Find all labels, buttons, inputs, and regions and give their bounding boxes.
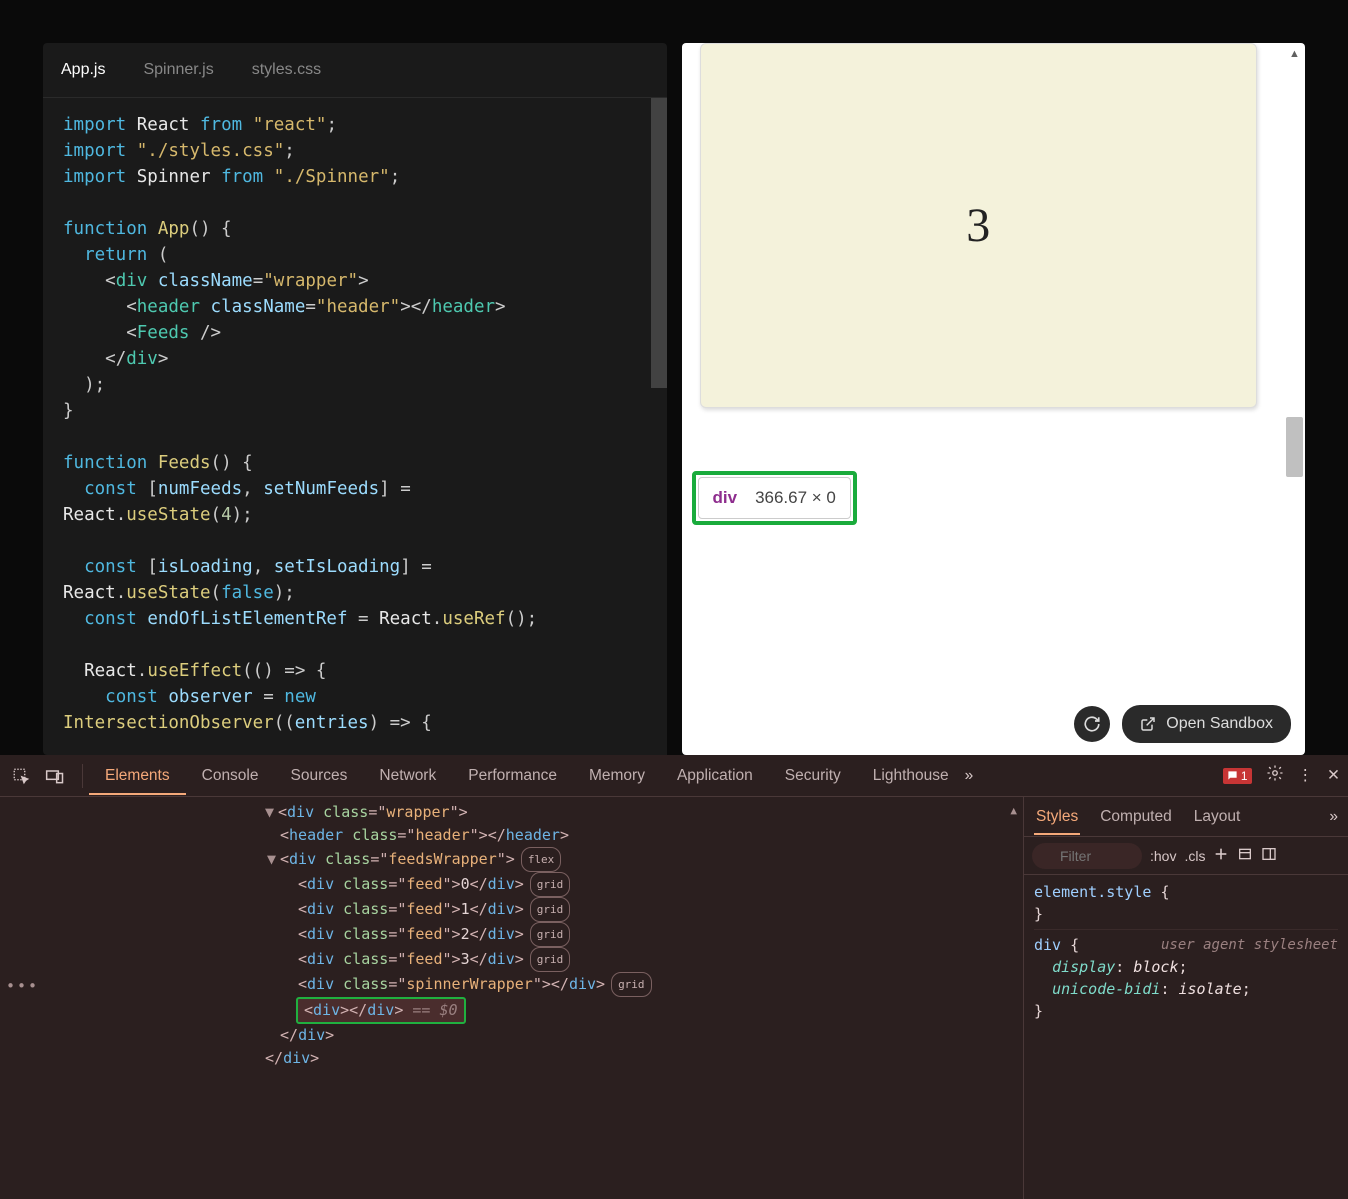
- tree-overflow-icon: •••: [6, 975, 39, 998]
- devtools-tab-security[interactable]: Security: [769, 757, 857, 795]
- new-style-rule-icon[interactable]: [1213, 846, 1229, 865]
- external-link-icon: [1140, 716, 1156, 732]
- feed-card-value: 3: [966, 198, 990, 253]
- layout-pill[interactable]: grid: [530, 947, 571, 972]
- devtools-tabs-overflow-icon[interactable]: »: [965, 767, 974, 785]
- tree-line[interactable]: <div class="feed">0</div>grid: [0, 872, 1023, 897]
- layout-pill[interactable]: grid: [530, 897, 571, 922]
- main-split: App.js Spinner.js styles.css import Reac…: [0, 0, 1348, 755]
- code-content[interactable]: import React from "react"; import "./sty…: [43, 98, 667, 755]
- rule-source: user agent stylesheet: [1161, 934, 1338, 956]
- editor-tabs: App.js Spinner.js styles.css: [43, 43, 667, 98]
- tooltip-dimensions: 366.67 × 0: [755, 488, 836, 508]
- computed-styles-icon[interactable]: [1237, 846, 1253, 865]
- tab-spinner-js[interactable]: Spinner.js: [143, 61, 213, 79]
- devtools-tab-lighthouse[interactable]: Lighthouse: [857, 757, 965, 795]
- devtools-panel: Elements Console Sources Network Perform…: [0, 755, 1348, 1199]
- layout-pill[interactable]: grid: [530, 922, 571, 947]
- devtools-tab-performance[interactable]: Performance: [452, 757, 573, 795]
- cls-toggle[interactable]: .cls: [1184, 848, 1205, 864]
- devtools-tab-elements[interactable]: Elements: [89, 757, 186, 795]
- preview-scrollbar[interactable]: ▲: [1286, 45, 1303, 753]
- tree-line[interactable]: <header class="header"></header>: [0, 824, 1023, 847]
- toggle-sidebar-icon[interactable]: [1261, 846, 1277, 865]
- inspect-tooltip-inner: div 366.67 × 0: [698, 477, 851, 519]
- inspect-element-icon[interactable]: [8, 763, 34, 789]
- filter-wrap: [1032, 843, 1142, 869]
- tooltip-tag: div: [713, 488, 738, 508]
- tab-app-js[interactable]: App.js: [61, 61, 105, 79]
- tree-line[interactable]: <div class="spinnerWrapper"></div>grid: [0, 972, 1023, 997]
- preview-scrollbar-thumb[interactable]: [1286, 417, 1303, 477]
- devtools-tab-memory[interactable]: Memory: [573, 757, 661, 795]
- tree-line[interactable]: ▼<div class="wrapper">: [0, 801, 1023, 824]
- scroll-up-arrow-icon[interactable]: ▲: [1286, 45, 1303, 63]
- styles-tabs: Styles Computed Layout »: [1024, 797, 1348, 837]
- styles-tab-computed[interactable]: Computed: [1098, 799, 1174, 835]
- tree-line[interactable]: <div class="feed">1</div>grid: [0, 897, 1023, 922]
- devtools-body: ▲ ••• ▼<div class="wrapper"> <header cla…: [0, 797, 1348, 1199]
- styles-tab-styles[interactable]: Styles: [1034, 799, 1080, 835]
- refresh-button[interactable]: [1074, 706, 1110, 742]
- styles-panel: Styles Computed Layout » :hov .cls: [1023, 797, 1348, 1199]
- devtools-tabs-right: 1 ⋮ ✕: [1223, 764, 1340, 787]
- styles-tab-layout[interactable]: Layout: [1192, 799, 1243, 835]
- layout-pill[interactable]: grid: [530, 872, 571, 897]
- tree-scroll-up-icon[interactable]: ▲: [1010, 799, 1017, 822]
- tree-line[interactable]: ▼<div class="feedsWrapper">flex: [0, 847, 1023, 872]
- tree-line[interactable]: </div>: [0, 1024, 1023, 1047]
- tree-line[interactable]: <div class="feed">2</div>grid: [0, 922, 1023, 947]
- tree-line[interactable]: </div>: [0, 1047, 1023, 1070]
- elements-tree[interactable]: ▲ ••• ▼<div class="wrapper"> <header cla…: [0, 797, 1023, 1199]
- layout-pill[interactable]: grid: [611, 972, 652, 997]
- error-badge[interactable]: 1: [1223, 768, 1252, 784]
- tab-styles-css[interactable]: styles.css: [252, 61, 321, 79]
- devtools-tab-console[interactable]: Console: [186, 757, 275, 795]
- close-icon[interactable]: ✕: [1327, 766, 1340, 785]
- editor-scrollbar[interactable]: [651, 98, 667, 755]
- editor-panel: App.js Spinner.js styles.css import Reac…: [43, 43, 667, 755]
- refresh-icon: [1083, 715, 1101, 733]
- layout-pill[interactable]: flex: [521, 847, 562, 872]
- styles-content[interactable]: element.style { } user agent stylesheet …: [1024, 875, 1348, 1199]
- styles-filter-input[interactable]: [1032, 843, 1142, 869]
- devtools-tab-application[interactable]: Application: [661, 757, 769, 795]
- preview-toolbar: Open Sandbox: [1074, 705, 1291, 743]
- editor-scrollbar-thumb[interactable]: [651, 98, 667, 388]
- devtools-tabs: Elements Console Sources Network Perform…: [0, 755, 1348, 797]
- tree-line[interactable]: <div class="feed">3</div>grid: [0, 947, 1023, 972]
- feed-card: 3: [700, 43, 1258, 408]
- devtools-tab-sources[interactable]: Sources: [275, 757, 364, 795]
- open-sandbox-button[interactable]: Open Sandbox: [1122, 705, 1291, 743]
- tree-line-selected[interactable]: <div></div> == $0: [0, 997, 1023, 1024]
- open-sandbox-label: Open Sandbox: [1166, 715, 1273, 733]
- settings-icon[interactable]: [1266, 764, 1284, 787]
- kebab-menu-icon[interactable]: ⋮: [1298, 766, 1314, 785]
- css-rule[interactable]: user agent stylesheet div { display: blo…: [1034, 929, 1338, 1022]
- styles-tabs-overflow-icon[interactable]: »: [1329, 808, 1338, 826]
- inspect-tooltip: div 366.67 × 0: [692, 471, 857, 525]
- preview-panel: 3 ▲ div 366.67 × 0 Open Sandbox: [682, 43, 1306, 755]
- hov-toggle[interactable]: :hov: [1150, 848, 1176, 864]
- divider: [82, 764, 83, 788]
- styles-toolbar: :hov .cls: [1024, 837, 1348, 875]
- error-icon: [1227, 770, 1238, 781]
- device-toolbar-icon[interactable]: [42, 763, 68, 789]
- devtools-tab-network[interactable]: Network: [363, 757, 452, 795]
- code-area[interactable]: import React from "react"; import "./sty…: [43, 98, 667, 755]
- error-count: 1: [1241, 769, 1248, 783]
- element-style-rule[interactable]: element.style { }: [1034, 881, 1338, 925]
